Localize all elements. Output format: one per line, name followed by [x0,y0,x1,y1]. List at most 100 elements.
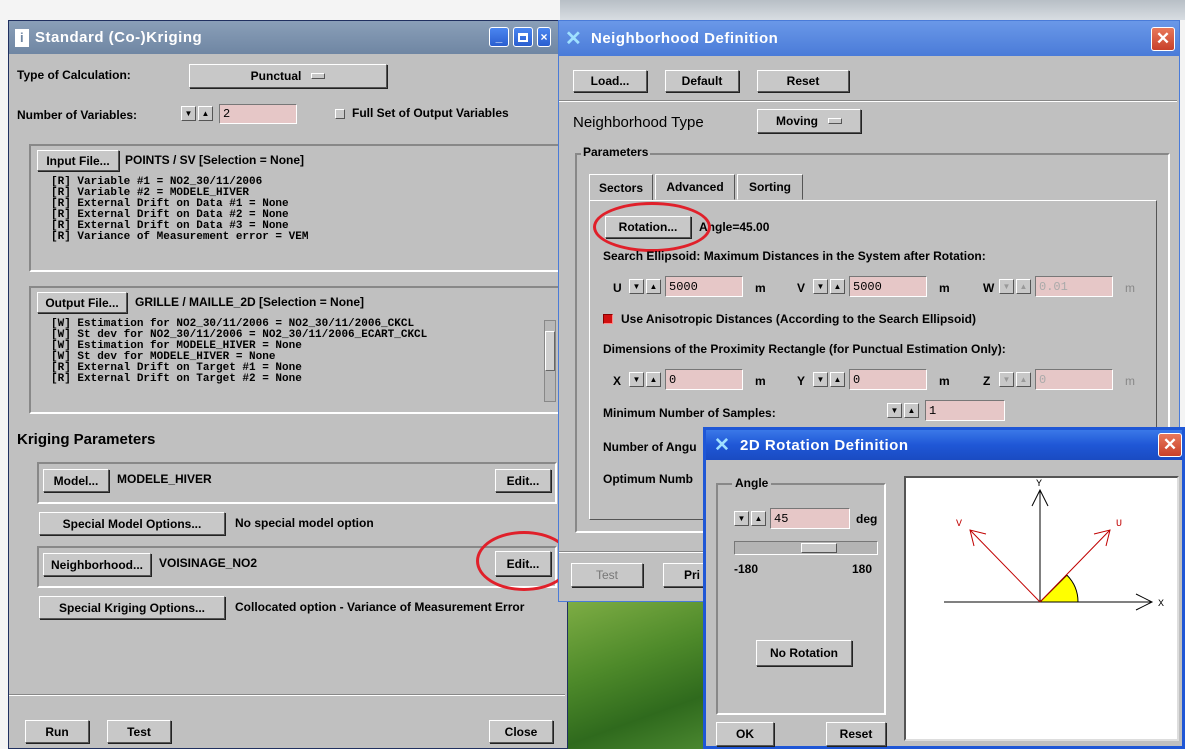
x-unit: m [755,374,766,388]
option-menu-icon [311,73,326,79]
arrow-down-icon[interactable]: ▼ [629,372,644,387]
neighborhood-value: VOISINAGE_NO2 [159,556,258,570]
min-samples-input[interactable]: 1 [925,400,1005,421]
rotation-title: 2D Rotation Definition [740,436,909,454]
test-button: Test [571,563,643,587]
rotation-window: ✕ 2D Rotation Definition ✕ Angle ▼ ▲ 45 d… [703,427,1185,749]
fullset-checkbox[interactable] [335,109,345,119]
special-model-button[interactable]: Special Model Options... [39,512,225,535]
run-button[interactable]: Run [25,720,89,743]
output-file-button[interactable]: Output File... [37,292,127,313]
angle-slider-thumb[interactable] [801,543,837,553]
arrow-down-icon[interactable]: ▼ [813,372,828,387]
input-file-list: [R] Variable #1 = NO2_30/11/2006 [R] Var… [51,177,308,243]
rect-label: Dimensions of the Proximity Rectangle (f… [603,342,1006,356]
arrow-down-icon[interactable]: ▼ [813,279,828,294]
calc-type-value: Punctual [250,69,302,83]
neighborhood-type-label: Neighborhood Type [573,114,704,131]
reset-button[interactable]: Reset [757,70,849,92]
w-input: 0.01 [1035,276,1113,297]
x-input[interactable]: 0 [665,369,743,390]
load-button[interactable]: Load... [573,70,647,92]
num-angular-label: Number of Angu [603,440,697,454]
fullset-label: Full Set of Output Variables [352,106,509,120]
kriging-body: Type of Calculation: Punctual Number of … [9,54,572,748]
u-unit: m [755,281,766,295]
arrow-up-icon[interactable]: ▲ [751,511,766,526]
v-stepper[interactable]: ▼ ▲ [813,279,845,294]
info-icon: i [15,28,29,47]
u-input[interactable]: 5000 [665,276,743,297]
special-model-value: No special model option [235,516,374,530]
close-icon[interactable]: ✕ [1151,27,1175,51]
ok-button[interactable]: OK [716,722,774,746]
option-menu-icon [828,118,842,124]
angle-stepper[interactable]: ▼ ▲ [734,511,766,526]
close-button-partial[interactable]: × [537,27,551,47]
rotation-diagram: Y X V U [904,476,1179,741]
y-input[interactable]: 0 [849,369,927,390]
model-edit-button[interactable]: Edit... [495,469,551,492]
x-stepper[interactable]: ▼ ▲ [629,372,661,387]
kriging-window: i Standard (Co-)Kriging _ × Type of Calc… [8,20,572,749]
maximize-button[interactable] [513,27,533,47]
bottom-divider [9,694,565,696]
model-group [37,462,557,504]
w-unit: m [1125,281,1135,295]
no-rotation-button[interactable]: No Rotation [756,640,852,666]
z-label: Z [983,374,991,388]
arrow-up-icon[interactable]: ▲ [646,372,661,387]
y-unit: m [939,374,950,388]
app-x-icon: ✕ [714,434,731,456]
v-input[interactable]: 5000 [849,276,927,297]
rotation-diagram-svg: Y X V U [944,479,1164,611]
z-input: 0 [1035,369,1113,390]
neighborhood-button[interactable]: Neighborhood... [43,553,151,576]
close-icon[interactable]: ✕ [1158,433,1182,457]
min-samples-stepper[interactable]: ▼ ▲ [887,403,919,418]
calc-type-menu[interactable]: Punctual [189,64,387,88]
output-file-value: GRILLE / MAILLE_2D [Selection = None] [135,295,365,309]
default-button[interactable]: Default [665,70,739,92]
model-button[interactable]: Model... [43,469,109,492]
input-file-button[interactable]: Input File... [37,150,119,171]
arrow-down-icon: ▼ [999,372,1014,387]
minimize-button[interactable]: _ [489,27,509,47]
axis-x-label: X [1158,599,1164,610]
rotation-title-bar: ✕ 2D Rotation Definition [706,430,1182,460]
arrow-down-icon[interactable]: ▼ [734,511,749,526]
output-scrollbar[interactable] [544,320,556,402]
deg-unit: deg [856,512,878,526]
y-stepper[interactable]: ▼ ▲ [813,372,845,387]
arrow-down-icon[interactable]: ▼ [181,106,196,121]
numvars-input[interactable]: 2 [219,104,297,124]
angle-wedge [1038,574,1079,603]
arrow-up-icon[interactable]: ▲ [646,279,661,294]
aniso-label: Use Anisotropic Distances (According to … [621,312,976,326]
numvars-stepper[interactable]: ▼ ▲ [181,106,213,121]
close-button[interactable]: Close [489,720,553,743]
angle-input[interactable]: 45 [770,508,850,529]
arrow-up-icon[interactable]: ▲ [198,106,213,121]
arrow-up-icon[interactable]: ▲ [830,372,845,387]
angle-slider-track[interactable] [734,541,878,555]
arrow-down-icon[interactable]: ▼ [629,279,644,294]
z-unit: m [1125,374,1135,388]
neighborhood-type-menu[interactable]: Moving [757,109,861,133]
special-kriging-button[interactable]: Special Kriging Options... [39,596,225,619]
u-stepper[interactable]: ▼ ▲ [629,279,661,294]
kriging-params-heading: Kriging Parameters [17,431,156,448]
input-file-value: POINTS / SV [Selection = None] [125,153,305,167]
v-axis-line [969,529,1041,603]
tab-sorting[interactable]: Sorting [737,174,803,200]
tab-advanced[interactable]: Advanced [655,174,735,200]
aniso-checkbox[interactable] [603,314,613,324]
tab-sectors[interactable]: Sectors [589,174,653,200]
kriging-title-bar: i Standard (Co-)Kriging [9,21,567,54]
x-label: X [613,374,622,388]
test-button[interactable]: Test [107,720,171,743]
arrow-up-icon[interactable]: ▲ [904,403,919,418]
reset-button[interactable]: Reset [826,722,886,746]
arrow-up-icon[interactable]: ▲ [830,279,845,294]
arrow-down-icon[interactable]: ▼ [887,403,902,418]
